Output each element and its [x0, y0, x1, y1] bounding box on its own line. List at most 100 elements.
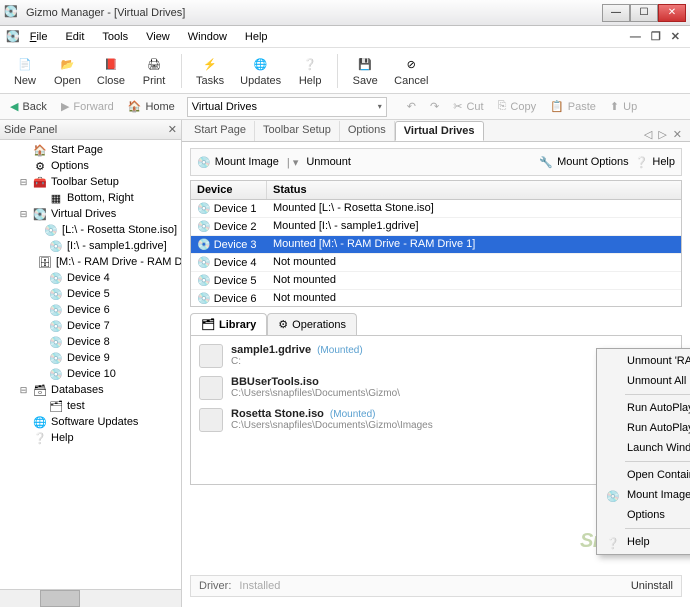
app-menu-icon[interactable]: 💽: [6, 30, 20, 43]
tree-item[interactable]: ⊟🗃Databases: [0, 382, 181, 398]
device-row[interactable]: 💿Device 5Not mounted: [191, 272, 681, 290]
mount-options-button[interactable]: 🔧Mount Options: [539, 156, 628, 169]
device-table: Device Status 💿Device 1Mounted [L:\ - Ro…: [190, 180, 682, 307]
tree-item[interactable]: 💿[L:\ - Rosetta Stone.iso]: [0, 222, 181, 238]
device-row[interactable]: 💿Device 2Mounted [I:\ - sample1.gdrive]: [191, 218, 681, 236]
tree-item[interactable]: ▦Bottom, Right: [0, 190, 181, 206]
tree-item[interactable]: 💿Device 5: [0, 286, 181, 302]
mount-split-dropdown[interactable]: | ▾: [287, 156, 298, 169]
tree-twisty-icon[interactable]: ⊟: [18, 385, 29, 396]
tab-start-page[interactable]: Start Page: [186, 121, 255, 141]
undo-button[interactable]: ↶: [401, 98, 422, 115]
mdi-restore-button[interactable]: ❐: [647, 30, 665, 43]
context-menu-item[interactable]: Open Containing Folder: [599, 465, 690, 485]
tree-item[interactable]: ❔Help: [0, 430, 181, 446]
tree-item[interactable]: 🗄[M:\ - RAM Drive - RAM D: [0, 254, 181, 270]
copy-button[interactable]: ⎘Copy: [492, 98, 543, 115]
up-button[interactable]: ⬆Up: [604, 98, 643, 115]
maximize-button[interactable]: ☐: [630, 4, 658, 22]
tab-operations[interactable]: ⚙Operations: [267, 313, 357, 335]
tree-item[interactable]: 🌐Software Updates: [0, 414, 181, 430]
tab-next-icon[interactable]: ▷: [658, 128, 666, 141]
menu-edit[interactable]: Edit: [57, 29, 92, 45]
main-area: Start PageToolbar SetupOptionsVirtual Dr…: [182, 120, 690, 607]
col-header-status[interactable]: Status: [267, 181, 681, 199]
tree-item[interactable]: 💿Device 7: [0, 318, 181, 334]
context-menu-item[interactable]: Run AutoPlay: [599, 418, 690, 438]
device-row[interactable]: 💿Device 3Mounted [M:\ - RAM Drive - RAM …: [191, 236, 681, 254]
mdi-minimize-button[interactable]: —: [626, 31, 645, 43]
context-menu-item[interactable]: Run AutoPlay, or launch Windows Explorer: [599, 398, 690, 418]
device-row[interactable]: 💿Device 4Not mounted: [191, 254, 681, 272]
side-hscrollbar[interactable]: [0, 589, 181, 607]
address-dropdown-icon[interactable]: ▾: [378, 102, 382, 111]
device-status: Not mounted: [267, 254, 681, 271]
tab-virtual-drives[interactable]: Virtual Drives: [395, 121, 484, 141]
tree-item[interactable]: ⊟🧰Toolbar Setup: [0, 174, 181, 190]
tree-item[interactable]: 💿[I:\ - sample1.gdrive]: [0, 238, 181, 254]
menu-window[interactable]: Window: [180, 29, 235, 45]
context-menu-item[interactable]: ❔Help: [599, 532, 690, 552]
tree-node-icon: 💿: [49, 239, 63, 253]
tab-close-icon[interactable]: ✕: [673, 128, 682, 141]
tab-toolbar-setup[interactable]: Toolbar Setup: [255, 121, 340, 141]
menu-tools[interactable]: Tools: [94, 29, 136, 45]
back-button[interactable]: ◀Back: [4, 98, 53, 115]
tab-options[interactable]: Options: [340, 121, 395, 141]
tree-item[interactable]: 💿Device 4: [0, 270, 181, 286]
device-row[interactable]: 💿Device 1Mounted [L:\ - Rosetta Stone.is…: [191, 200, 681, 218]
tab-library[interactable]: 🗂Library: [190, 313, 267, 335]
mdi-close-button[interactable]: ✕: [667, 30, 684, 43]
print-button[interactable]: 🖨Print: [135, 52, 173, 89]
home-button[interactable]: 🏠Home: [122, 98, 181, 115]
menu-help[interactable]: Help: [237, 29, 276, 45]
menu-file[interactable]: File: [22, 29, 56, 45]
tree-view[interactable]: 🏠Start Page⚙Options⊟🧰Toolbar Setup▦Botto…: [0, 140, 181, 589]
new-button[interactable]: 📄New: [6, 52, 44, 89]
mount-image-button[interactable]: 💿Mount Image: [197, 156, 279, 169]
cut-button[interactable]: ✂Cut: [447, 98, 489, 115]
tasks-button[interactable]: ⚡Tasks: [190, 52, 230, 89]
tree-item[interactable]: 💿Device 10: [0, 366, 181, 382]
unmount-button[interactable]: Unmount: [306, 156, 351, 168]
save-button[interactable]: 💾Save: [346, 52, 384, 89]
context-menu-item[interactable]: 💿Mount Image: [599, 485, 690, 505]
tree-item[interactable]: ⚙Options: [0, 158, 181, 174]
tree-twisty-icon[interactable]: ⊟: [18, 177, 29, 188]
address-bar[interactable]: Virtual Drives▾: [187, 97, 387, 117]
uninstall-link[interactable]: Uninstall: [631, 580, 673, 592]
tree-item[interactable]: 💿Device 8: [0, 334, 181, 350]
tree-item[interactable]: 🏠Start Page: [0, 142, 181, 158]
copy-icon: ⎘: [498, 100, 507, 113]
menu-view[interactable]: View: [138, 29, 178, 45]
tree-item[interactable]: 💿Device 6: [0, 302, 181, 318]
disc-icon: 💿: [197, 202, 211, 215]
context-menu[interactable]: Unmount 'RAM Drive - RAM Drive 1'Unmount…: [596, 348, 690, 555]
context-menu-item[interactable]: Launch Windows Explorer: [599, 438, 690, 458]
side-panel-close-icon[interactable]: ✕: [168, 123, 177, 136]
forward-button[interactable]: ▶Forward: [55, 98, 120, 115]
open-button[interactable]: 📂Open: [48, 52, 87, 89]
tree-item[interactable]: ⊟💽Virtual Drives: [0, 206, 181, 222]
close-button-tb[interactable]: 📕Close: [91, 52, 131, 89]
cancel-button[interactable]: ⊘Cancel: [388, 52, 434, 89]
updates-button[interactable]: 🌐Updates: [234, 52, 287, 89]
tree-item[interactable]: 💿Device 9: [0, 350, 181, 366]
help-button-tb[interactable]: ❔Help: [291, 52, 329, 89]
context-menu-item[interactable]: Unmount All: [599, 371, 690, 391]
context-menu-item[interactable]: Unmount 'RAM Drive - RAM Drive 1': [599, 351, 690, 371]
context-menu-item[interactable]: Options: [599, 505, 690, 525]
tree-item[interactable]: 🗂test: [0, 398, 181, 414]
device-rows[interactable]: 💿Device 1Mounted [L:\ - Rosetta Stone.is…: [191, 200, 681, 306]
mount-help-button[interactable]: ❔Help: [635, 156, 675, 169]
device-row[interactable]: 💿Device 6Not mounted: [191, 290, 681, 306]
close-button[interactable]: ✕: [658, 4, 686, 22]
tree-twisty-icon[interactable]: ⊟: [18, 209, 29, 220]
col-header-device[interactable]: Device: [191, 181, 267, 199]
tab-prev-icon[interactable]: ◁: [644, 128, 652, 141]
tree-node-icon: 🗃: [33, 383, 47, 397]
redo-button[interactable]: ↷: [424, 98, 445, 115]
minimize-button[interactable]: —: [602, 4, 630, 22]
driver-value: Installed: [239, 580, 280, 592]
paste-button[interactable]: 📋Paste: [544, 98, 602, 115]
